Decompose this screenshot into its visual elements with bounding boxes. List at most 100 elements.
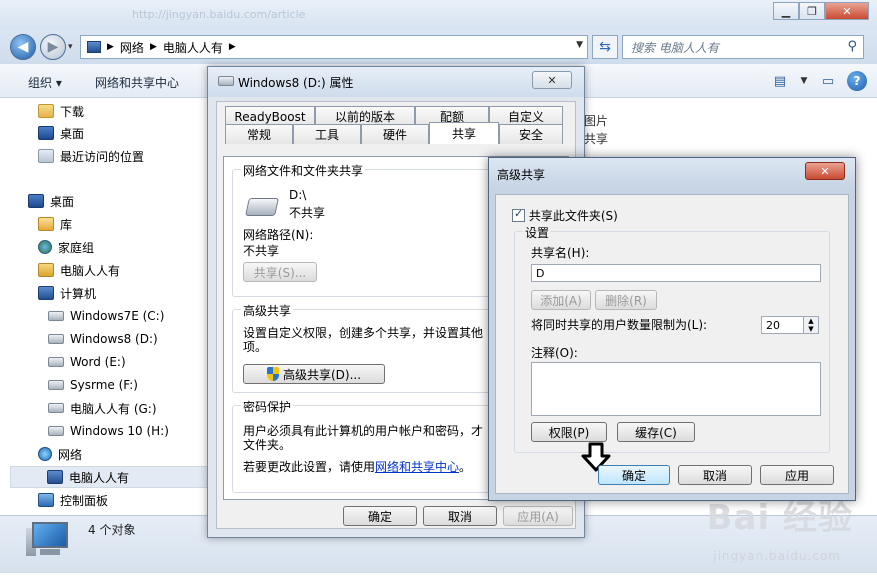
settings-label: 设置	[523, 224, 552, 241]
nav-item-label: 计算机	[60, 286, 97, 301]
drive-icon	[48, 380, 64, 390]
drive-icon	[48, 403, 64, 413]
apply-button[interactable]: 应用(A)	[503, 506, 573, 526]
nav-item-computer[interactable]: 计算机	[38, 282, 96, 304]
properties-titlebar: Windows8 (D:) 属性 ✕	[208, 67, 584, 97]
recent-pages-dropdown[interactable]: ▾	[68, 42, 73, 52]
comment-textarea[interactable]	[531, 362, 821, 416]
permissions-button[interactable]: 权限(P)	[531, 422, 607, 442]
nav-item-network[interactable]: 网络	[38, 443, 82, 465]
tab-tools[interactable]: 工具	[293, 124, 361, 144]
tab-customize[interactable]: 自定义	[489, 106, 563, 126]
advanced-sharing-title: 高级共享	[497, 168, 546, 182]
nav-item-label: 桌面	[50, 194, 75, 209]
maximize-button[interactable]: ❐	[799, 2, 825, 20]
nav-item-label: Sysrme (F:)	[70, 378, 138, 392]
advanced-close-button[interactable]: ✕	[805, 162, 845, 180]
nav-item-label: 家庭组	[58, 240, 95, 255]
advanced-share-button-label: 高级共享(D)...	[282, 367, 362, 382]
properties-title: Windows8 (D:) 属性	[238, 76, 354, 90]
ok-button[interactable]: 确定	[343, 506, 417, 526]
nav-item-drive-f[interactable]: Sysrme (F:)	[48, 374, 138, 396]
share-path: D:\	[289, 188, 307, 202]
nav-item-drive-h[interactable]: Windows 10 (H:)	[48, 420, 169, 442]
content-item-share[interactable]: 共享	[584, 130, 608, 147]
tab-sharing[interactable]: 共享	[429, 122, 499, 144]
share-folder-checkbox[interactable]: 共享此文件夹(S)	[512, 207, 618, 224]
tab-security[interactable]: 安全	[499, 124, 563, 144]
advanced-share-button[interactable]: 高级共享(D)...	[243, 364, 385, 384]
spin-down-icon[interactable]: ▼	[808, 325, 813, 333]
view-dropdown-icon[interactable]: ▼	[799, 70, 809, 92]
address-dropdown-icon[interactable]: ▼	[576, 40, 583, 50]
share-folder-label: 共享此文件夹(S)	[528, 209, 618, 223]
back-button[interactable]: ◀	[10, 34, 36, 60]
drive-large-icon	[245, 198, 279, 216]
search-input[interactable]: 搜索 电脑人人有 ⚲	[622, 35, 864, 59]
refresh-button[interactable]: ⇆	[592, 35, 618, 59]
nav-item-drive-d[interactable]: Windows8 (D:)	[48, 328, 158, 350]
nav-item-downloads[interactable]: 下载	[38, 100, 84, 122]
forward-button[interactable]: ▶	[40, 34, 66, 60]
recent-places-icon	[38, 149, 54, 163]
nav-item-desktop-fav[interactable]: 桌面	[38, 122, 84, 144]
address-ghost-text: http://jingyan.baidu.com/article	[132, 8, 306, 21]
advanced-apply-button[interactable]: 应用	[760, 465, 834, 485]
system-drive-icon	[48, 311, 64, 321]
nav-item-drive-g[interactable]: 电脑人人有 (G:)	[48, 397, 157, 419]
preview-pane-icon[interactable]: ▭	[817, 70, 839, 92]
advanced-cancel-button[interactable]: 取消	[678, 465, 752, 485]
search-placeholder: 搜索 电脑人人有	[631, 40, 719, 55]
properties-close-button[interactable]: ✕	[532, 71, 572, 89]
network-icon	[38, 447, 52, 461]
nav-item-homegroup[interactable]: 家庭组	[38, 236, 94, 258]
breadcrumb-network[interactable]: 网络	[120, 39, 144, 56]
help-icon[interactable]: ?	[847, 71, 867, 91]
spin-up-icon[interactable]: ▲	[808, 317, 813, 325]
breadcrumb-current[interactable]: 电脑人人有	[163, 39, 223, 56]
advanced-sharing-titlebar: 高级共享 ✕	[489, 158, 855, 188]
nav-item-recent[interactable]: 最近访问的位置	[38, 145, 144, 167]
cancel-button[interactable]: 取消	[423, 506, 497, 526]
net-share-label: 网络文件和文件夹共享	[241, 162, 366, 179]
advanced-share-desc-2: 项。	[243, 340, 268, 354]
desktop-icon	[38, 126, 54, 140]
nav-item-network-child[interactable]: 电脑人人有	[10, 466, 208, 488]
nav-item-label: 库	[60, 217, 73, 232]
network-center-link[interactable]: 网络和共享中心	[375, 460, 459, 474]
search-icon[interactable]: ⚲	[847, 39, 857, 54]
user-limit-spinner[interactable]: ▲ ▼	[803, 316, 819, 334]
nav-item-desktop[interactable]: 桌面	[28, 190, 74, 212]
content-item-pictures[interactable]: 图片	[584, 112, 608, 129]
object-count: 4 个对象	[88, 523, 136, 537]
nav-item-library[interactable]: 库	[38, 213, 72, 235]
view-options-icon[interactable]: ▤	[769, 70, 791, 92]
tab-general[interactable]: 常规	[225, 124, 293, 144]
share-button[interactable]: 共享(S)...	[243, 262, 317, 282]
organize-menu[interactable]: 组织 ▾	[28, 74, 62, 91]
netpath-label: 网络路径(N):	[243, 228, 314, 242]
advanced-ok-button[interactable]: 确定	[598, 465, 670, 485]
nav-item-label: 网络	[58, 447, 83, 462]
address-bar[interactable]: ▶ 网络 ▶ 电脑人人有 ▶ ▼	[80, 35, 588, 59]
remove-share-button[interactable]: 删除(R)	[595, 290, 657, 310]
nav-item-label: 电脑人人有	[69, 470, 130, 485]
share-name-field[interactable]: D	[531, 264, 821, 282]
user-limit-label: 将同时共享的用户数量限制为(L):	[531, 318, 708, 332]
add-share-button[interactable]: 添加(A)	[531, 290, 591, 310]
checkbox-checked-icon	[512, 207, 525, 222]
tab-readyboost[interactable]: ReadyBoost	[225, 106, 315, 126]
library-icon	[38, 217, 54, 231]
nav-item-user[interactable]: 电脑人人有	[38, 259, 120, 281]
caching-button[interactable]: 缓存(C)	[617, 422, 695, 442]
nav-item-drive-c[interactable]: Windows7E (C:)	[48, 305, 164, 327]
nav-item-drive-e[interactable]: Word (E:)	[48, 351, 126, 373]
tab-hardware[interactable]: 硬件	[361, 124, 429, 144]
address-row: ◀ ▶ ▾ ▶ 网络 ▶ 电脑人人有 ▶ ▼ ⇆ 搜索 电脑人人有 ⚲	[0, 30, 877, 64]
nav-item-control-panel[interactable]: 控制面板	[38, 489, 108, 511]
network-center-button[interactable]: 网络和共享中心	[95, 74, 179, 91]
user-limit-input[interactable]: 20	[761, 316, 805, 334]
close-button[interactable]: ✕	[825, 2, 869, 20]
tab-previous-versions[interactable]: 以前的版本	[315, 106, 415, 126]
minimize-button[interactable]: ▁	[773, 2, 799, 20]
